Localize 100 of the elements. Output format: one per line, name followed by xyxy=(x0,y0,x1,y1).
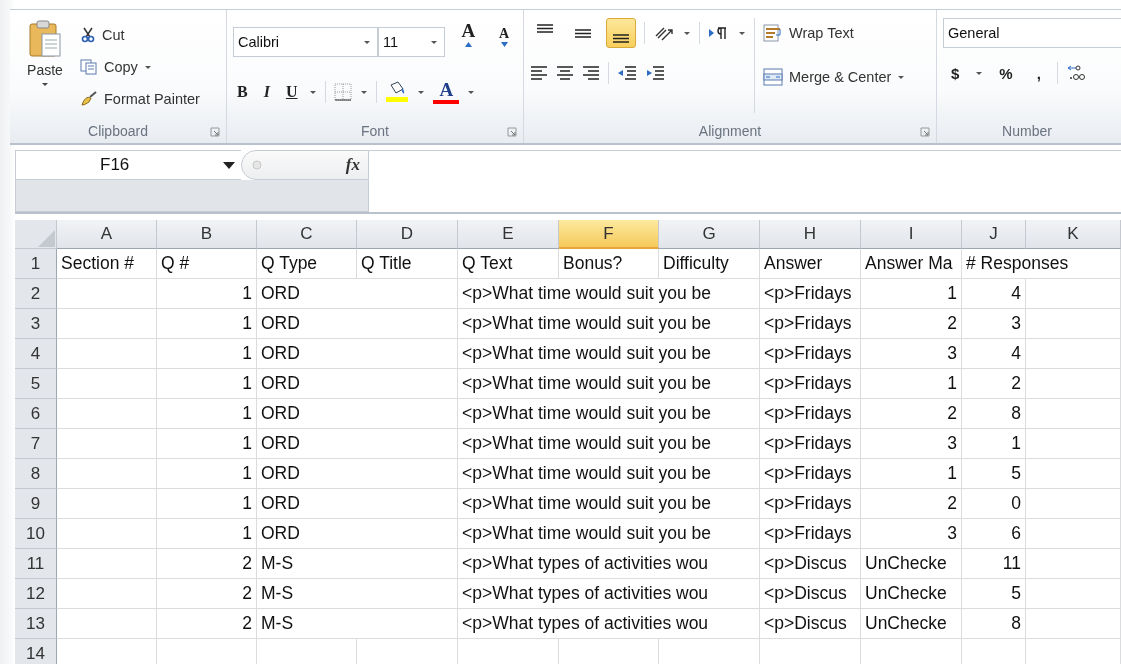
column-header[interactable]: E xyxy=(458,220,559,249)
table-cell: 2 xyxy=(861,309,962,339)
wrap-text-button[interactable]: Wrap Text xyxy=(763,20,906,46)
row-header[interactable]: 5 xyxy=(15,369,57,399)
table-cell: <p>What time would suit you be xyxy=(458,489,760,519)
format-painter-button[interactable]: Format Painter xyxy=(80,86,200,112)
table-cell: 4 xyxy=(962,279,1026,309)
align-center-icon[interactable] xyxy=(556,65,574,81)
table-cell: <p>Fridays xyxy=(760,429,861,459)
caret-icon[interactable] xyxy=(309,89,318,95)
font-size-dropdown[interactable]: 11 xyxy=(377,27,446,57)
table-cell: M-S xyxy=(257,579,458,609)
column-header[interactable]: A xyxy=(57,220,157,249)
table-cell: 6 xyxy=(962,519,1026,549)
dialog-launcher-icon[interactable] xyxy=(920,127,930,137)
row-header[interactable]: 8 xyxy=(15,459,57,489)
row-header[interactable]: 13 xyxy=(15,609,57,639)
table-cell: <p>Fridays xyxy=(760,279,861,309)
row-header[interactable]: 7 xyxy=(15,429,57,459)
table-cell: <p>Discus xyxy=(760,549,861,579)
row-header[interactable]: 9 xyxy=(15,489,57,519)
bottom-align-button[interactable] xyxy=(606,18,636,48)
table-cell: <p>Fridays xyxy=(760,459,861,489)
percent-button[interactable]: % xyxy=(991,62,1021,84)
table-cell: Q Title xyxy=(357,249,458,279)
borders-icon[interactable] xyxy=(334,83,353,101)
align-left-icon[interactable] xyxy=(530,65,548,81)
caret-icon[interactable] xyxy=(417,89,426,95)
caret-icon[interactable] xyxy=(360,89,369,95)
column-header[interactable]: D xyxy=(357,220,458,249)
group-label: Number xyxy=(1002,123,1052,139)
row-header[interactable]: 12 xyxy=(15,579,57,609)
column-header[interactable]: B xyxy=(157,220,257,249)
comma-style-button[interactable]: , xyxy=(1028,62,1049,84)
table-cell: <p>Fridays xyxy=(760,369,861,399)
align-right-icon[interactable] xyxy=(582,65,600,81)
table-cell: Q # xyxy=(157,249,257,279)
bold-button[interactable]: B xyxy=(233,81,252,103)
decrease-indent-icon[interactable] xyxy=(617,65,637,81)
column-header[interactable]: G xyxy=(659,220,760,249)
table-cell: UnChecke xyxy=(861,609,962,639)
underline-button[interactable]: U xyxy=(281,81,302,103)
table-cell: 1 xyxy=(157,489,257,519)
table-cell: Bonus? xyxy=(559,249,659,279)
table-cell: 1 xyxy=(861,459,962,489)
name-box[interactable]: F16 xyxy=(15,150,241,180)
dialog-launcher-icon[interactable] xyxy=(507,127,517,137)
row-header[interactable]: 4 xyxy=(15,339,57,369)
column-header[interactable]: C xyxy=(257,220,357,249)
font-color-button[interactable]: A xyxy=(433,80,460,104)
caret-icon[interactable] xyxy=(975,70,984,76)
table-cell: 3 xyxy=(861,519,962,549)
table-cell: Difficulty xyxy=(659,249,760,279)
table-cell: <p>Discus xyxy=(760,579,861,609)
table-cell: 2 xyxy=(861,399,962,429)
up-arrow-icon xyxy=(465,42,473,47)
increase-decimal-icon[interactable] xyxy=(1065,64,1086,82)
currency-button[interactable]: $ xyxy=(943,62,968,84)
table-cell: 1 xyxy=(157,279,257,309)
table-cell: 1 xyxy=(157,339,257,369)
table-cell: 5 xyxy=(962,579,1026,609)
copy-button[interactable]: Copy xyxy=(80,54,200,80)
row-header[interactable]: 3 xyxy=(15,309,57,339)
table-cell: <p>What time would suit you be xyxy=(458,399,760,429)
grow-font-button[interactable]: A xyxy=(453,18,484,66)
column-header[interactable]: H xyxy=(760,220,861,249)
caret-icon[interactable] xyxy=(467,89,476,95)
table-cell: 2 xyxy=(962,369,1026,399)
paste-button[interactable]: Paste xyxy=(16,18,74,119)
caret-icon xyxy=(41,82,49,87)
number-format-dropdown[interactable]: General xyxy=(943,18,1121,48)
cut-button[interactable]: Cut xyxy=(80,22,200,48)
row-header[interactable]: 2 xyxy=(15,279,57,309)
table-cell: <p>What time would suit you be xyxy=(458,309,760,339)
row-header[interactable]: 11 xyxy=(15,549,57,579)
table-cell: <p>What types of activities wou xyxy=(458,609,760,639)
italic-button[interactable]: I xyxy=(259,81,274,103)
handle-icon[interactable] xyxy=(252,160,262,170)
table-cell: 1 xyxy=(157,459,257,489)
column-header[interactable]: I xyxy=(861,220,962,249)
row-header[interactable]: 14 xyxy=(15,639,57,664)
increase-indent-icon[interactable] xyxy=(645,65,665,81)
font-name-dropdown[interactable]: Calibri xyxy=(233,27,378,57)
row-header[interactable]: 1 xyxy=(15,249,57,279)
insert-function-button[interactable]: fx xyxy=(345,155,360,175)
row-header[interactable]: 10 xyxy=(15,519,57,549)
table-cell: <p>Fridays xyxy=(760,489,861,519)
dialog-launcher-icon[interactable] xyxy=(210,127,220,137)
caret-icon[interactable] xyxy=(738,30,746,36)
table-cell: Answer xyxy=(760,249,861,279)
shrink-font-button[interactable]: A xyxy=(491,24,517,60)
align-lines-icon xyxy=(537,24,553,33)
fill-color-icon[interactable] xyxy=(385,81,410,103)
column-header[interactable]: J xyxy=(962,220,1026,249)
column-header[interactable]: F xyxy=(559,220,659,249)
table-cell: ORD xyxy=(257,399,458,429)
caret-icon[interactable] xyxy=(683,30,691,36)
merge-center-button[interactable]: Merge & Center xyxy=(763,64,906,90)
row-header[interactable]: 6 xyxy=(15,399,57,429)
column-header[interactable]: K xyxy=(1026,220,1121,249)
